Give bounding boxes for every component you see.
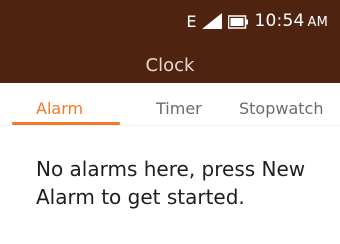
- tab-timer[interactable]: Timer: [156, 99, 202, 118]
- empty-state-message: No alarms here, press New Alarm to get s…: [36, 157, 306, 209]
- app-header: E 10:54 AM Clock: [0, 0, 340, 83]
- tab-stopwatch[interactable]: Stopwatch: [239, 99, 323, 118]
- status-bar: E 10:54 AM: [186, 10, 328, 32]
- battery-icon: [228, 14, 249, 29]
- page-title: Clock: [145, 55, 195, 76]
- network-type: E: [186, 11, 197, 31]
- signal-icon: [202, 13, 223, 29]
- tab-bar: Alarm Timer Stopwatch: [0, 83, 340, 127]
- tab-divider: [0, 125, 340, 126]
- tab-alarm[interactable]: Alarm: [36, 99, 83, 118]
- status-time-value: 10:54: [254, 11, 305, 31]
- status-time: 10:54 AM: [254, 11, 328, 31]
- status-time-ampm: AM: [307, 15, 328, 30]
